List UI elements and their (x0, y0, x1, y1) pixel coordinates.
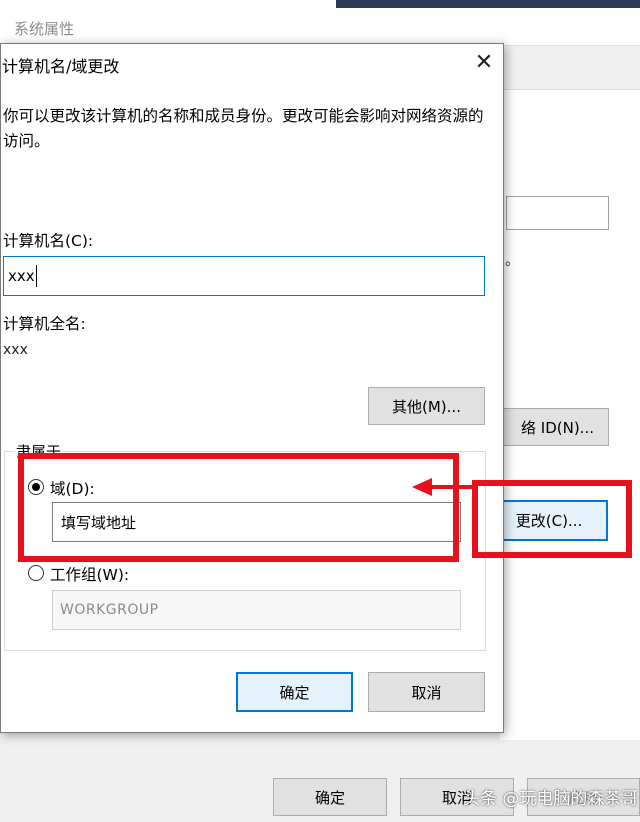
description-hint-text: 。 (505, 253, 519, 269)
system-properties-ok-button[interactable]: 确定 (273, 778, 387, 816)
change-button-highlight-box (472, 480, 632, 558)
desktop-strip (336, 0, 640, 8)
dialog-description: 你可以更改该计算机的名称和成员身份。更改可能会影响对网络资源的访问。 (3, 107, 484, 150)
workgroup-radio-label: 工作组(W): (50, 566, 130, 584)
network-id-button[interactable]: 络 ID(N)... (488, 408, 609, 446)
workgroup-input[interactable]: WORKGROUP (52, 590, 461, 630)
workgroup-radio[interactable] (28, 565, 44, 581)
system-properties-tab-area (500, 46, 640, 90)
dialog-cancel-button[interactable]: 取消 (368, 672, 485, 712)
system-properties-title: 系统属性 (14, 20, 75, 38)
computer-name-label: 计算机名(C): (3, 232, 94, 250)
computer-description-input[interactable] (506, 196, 609, 230)
full-name-label: 计算机全名: (3, 315, 86, 333)
dialog-ok-button[interactable]: 确定 (236, 672, 353, 712)
text-caret (35, 265, 37, 287)
watermark: 头条 @玩电脑的森茶哥 (463, 789, 639, 809)
computer-name-value: xxx (8, 267, 35, 285)
computer-name-input[interactable]: xxx (3, 256, 485, 296)
workgroup-input-value: WORKGROUP (60, 602, 159, 618)
domain-highlight-box (18, 453, 459, 562)
close-icon[interactable]: ✕ (472, 52, 496, 76)
red-arrow-icon (412, 478, 476, 496)
dialog-title: 计算机名/域更改 (2, 57, 120, 76)
full-name-value: xxx (3, 342, 28, 358)
more-button[interactable]: 其他(M)... (368, 387, 485, 425)
